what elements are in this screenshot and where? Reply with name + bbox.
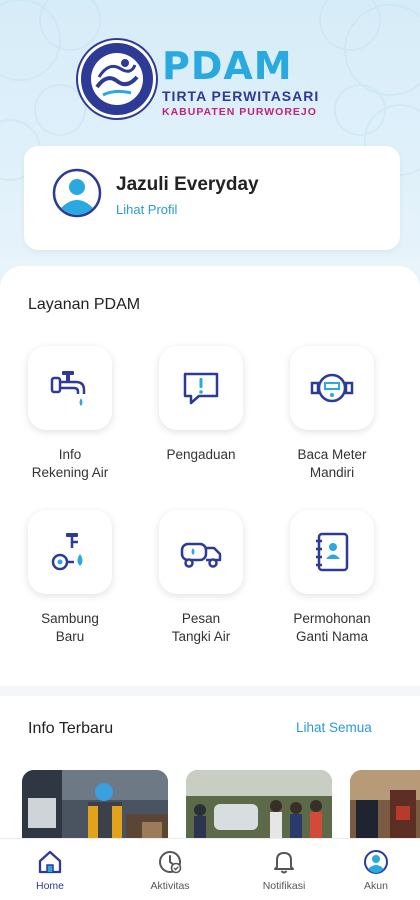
activity-icon (159, 851, 182, 874)
view-profile-link[interactable]: Lihat Profil (116, 202, 177, 217)
service-label: Pengaduan (166, 447, 236, 462)
news-title: Info Terbaru (28, 720, 114, 737)
nav-home[interactable]: Home (8, 839, 92, 900)
service-label: Baca Meter Mandiri (297, 447, 367, 480)
see-all-link[interactable]: Lihat Semua (296, 720, 372, 735)
logo-title: PDAM (162, 44, 293, 88)
bottom-navigation: Home Aktivitas Notifikasi Akun (0, 838, 420, 900)
services-title: Layanan PDAM (28, 296, 141, 313)
home-icon (38, 850, 62, 874)
service-label: Permohonan Ganti Nama (293, 611, 371, 644)
service-label: Pesan Tangki Air (171, 611, 231, 644)
water-meter-icon (310, 373, 354, 403)
news-section: Info Terbaru Lihat Semua (0, 696, 420, 850)
water-tap-icon (50, 371, 86, 406)
nav-label: Aktivitas (150, 880, 190, 892)
nav-label: Akun (364, 880, 388, 892)
profile-card[interactable]: Jazuli Everyday Lihat Profil (24, 146, 400, 250)
service-pesan-tangki-air[interactable]: Pesan Tangki Air (136, 510, 266, 670)
profile-name: Jazuli Everyday (116, 174, 259, 195)
bell-icon (274, 852, 294, 874)
new-connection-icon (51, 533, 83, 571)
pdam-logo: PDAM TIRTA PERWITASARI KABUPATEN PURWORE… (78, 40, 338, 120)
logo-subtitle: TIRTA PERWITASARI (162, 88, 320, 104)
logo-emblem (78, 40, 156, 118)
app-screen: PDAM TIRTA PERWITASARI KABUPATEN PURWORE… (0, 0, 420, 900)
nav-label: Home (35, 880, 64, 892)
service-label: Sambung Baru (41, 611, 99, 644)
water-truck-icon (180, 542, 222, 568)
service-label: Info Rekening Air (31, 447, 109, 480)
nav-notifications[interactable]: Notifikasi (242, 839, 326, 900)
account-icon (364, 850, 388, 874)
avatar (52, 168, 102, 218)
service-permohonan-ganti-nama[interactable]: Permohonan Ganti Nama (267, 510, 397, 670)
complaint-chat-icon (183, 372, 219, 405)
nav-account[interactable]: Akun (334, 839, 418, 900)
logo-region: KABUPATEN PURWOREJO (162, 106, 317, 118)
service-sambung-baru[interactable]: Sambung Baru (5, 510, 135, 670)
services-section: Layanan PDAM Info Rekening Air Pengaduan… (0, 266, 420, 686)
service-baca-meter-mandiri[interactable]: Baca Meter Mandiri (267, 346, 397, 506)
nav-label: Notifikasi (262, 880, 306, 892)
contact-book-icon (316, 532, 349, 572)
service-info-rekening-air[interactable]: Info Rekening Air (5, 346, 135, 506)
nav-activity[interactable]: Aktivitas (128, 839, 212, 900)
service-pengaduan[interactable]: Pengaduan (136, 346, 266, 506)
